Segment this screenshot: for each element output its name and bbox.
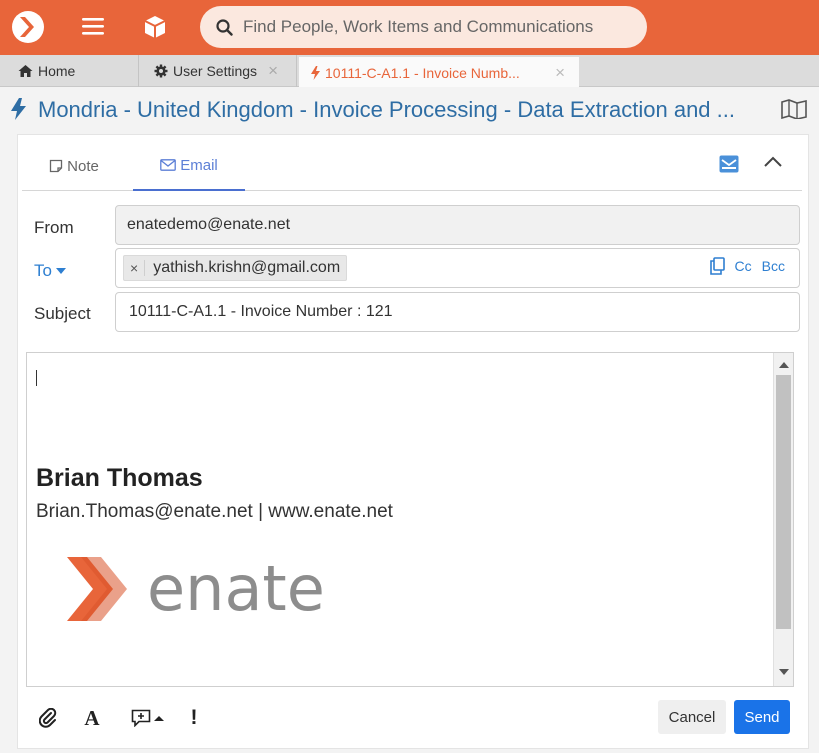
home-icon	[18, 65, 33, 77]
to-dropdown[interactable]: To	[34, 261, 67, 281]
tab-label: Note	[67, 157, 99, 175]
recipient-email: yathish.krishn@gmail.com	[153, 259, 341, 276]
bolt-icon	[11, 98, 26, 120]
global-search	[200, 6, 647, 48]
tab-label: Home	[38, 63, 76, 79]
close-icon[interactable]: ×	[268, 62, 278, 79]
communication-panel: Note Email From enatedemo@enate.net To ×…	[17, 134, 809, 749]
tab-home[interactable]: Home	[0, 55, 139, 87]
enate-logo-icon[interactable]	[11, 10, 45, 44]
tab-label: User Settings	[173, 63, 258, 79]
bcc-button[interactable]: Bcc	[762, 258, 785, 274]
bolt-icon	[311, 65, 320, 80]
scroll-thumb[interactable]	[776, 375, 791, 629]
subject-value: 10111-C-A1.1 - Invoice Number : 121	[129, 303, 393, 320]
editor-scrollbar[interactable]	[773, 353, 793, 686]
chip-remove-icon[interactable]: ×	[130, 260, 146, 276]
envelope-icon	[160, 159, 177, 171]
signature-contact: Brian.Thomas@enate.net | www.enate.net	[36, 501, 393, 522]
to-field[interactable]: × yathish.krishn@gmail.com Cc Bcc	[115, 248, 800, 288]
from-field[interactable]: enatedemo@enate.net	[115, 205, 800, 245]
enate-logo: enate	[67, 552, 337, 630]
note-icon	[50, 159, 63, 173]
scroll-up-icon[interactable]	[779, 361, 789, 368]
cancel-button[interactable]: Cancel	[658, 700, 726, 734]
from-label: From	[34, 218, 74, 237]
tab-user-settings[interactable]: User Settings ×	[140, 55, 297, 87]
tab-invoice[interactable]: 10111-C-A1.1 - Invoice Numb... ×	[299, 57, 579, 88]
cc-button[interactable]: Cc	[735, 258, 752, 274]
search-input[interactable]	[243, 17, 623, 37]
gear-icon	[154, 64, 168, 78]
close-icon[interactable]: ×	[555, 64, 565, 81]
caret-up-icon	[153, 715, 164, 721]
signature-name: Brian Thomas	[36, 464, 203, 492]
scroll-down-icon[interactable]	[779, 669, 789, 676]
subject-label: Subject	[34, 304, 91, 323]
email-mode-icon[interactable]	[719, 155, 741, 177]
insert-template-button[interactable]	[127, 706, 167, 730]
comment-plus-icon	[131, 709, 150, 727]
tab-label: 10111-C-A1.1 - Invoice Numb...	[325, 64, 520, 81]
important-button[interactable]: !	[182, 706, 206, 730]
page-header: Mondria - United Kingdom - Invoice Proce…	[0, 87, 819, 133]
subject-field[interactable]: 10111-C-A1.1 - Invoice Number : 121	[115, 292, 800, 332]
logo-wordmark: enate	[147, 553, 325, 625]
box-icon[interactable]	[142, 14, 168, 40]
from-value: enatedemo@enate.net	[127, 216, 291, 233]
page-title: Mondria - United Kingdom - Invoice Proce…	[38, 97, 735, 122]
copy-icon[interactable]	[709, 257, 725, 275]
font-format-button[interactable]: A	[80, 706, 104, 730]
tab-note[interactable]: Note	[22, 141, 126, 191]
chevron-up-icon[interactable]	[763, 155, 785, 177]
compose-toolbar: A ! Cancel Send	[18, 700, 808, 736]
book-icon[interactable]	[781, 99, 807, 119]
hamburger-icon[interactable]	[82, 15, 104, 37]
caret-down-icon	[55, 268, 66, 274]
to-label: To	[34, 261, 52, 280]
recipient-actions: Cc Bcc	[709, 257, 785, 275]
tab-label: Email	[180, 156, 218, 174]
panel-tabs: Note Email	[22, 141, 802, 191]
recipient-chip: × yathish.krishn@gmail.com	[123, 255, 348, 281]
send-button[interactable]: Send	[734, 700, 790, 734]
text-caret	[36, 370, 37, 386]
search-icon	[216, 18, 233, 36]
top-bar	[0, 0, 819, 55]
email-body-editor[interactable]: Brian Thomas Brian.Thomas@enate.net | ww…	[26, 352, 794, 687]
paperclip-icon[interactable]	[36, 706, 60, 730]
tab-email[interactable]: Email	[133, 141, 245, 191]
tab-bar: Home User Settings × 10111-C-A1.1 - Invo…	[0, 55, 819, 88]
